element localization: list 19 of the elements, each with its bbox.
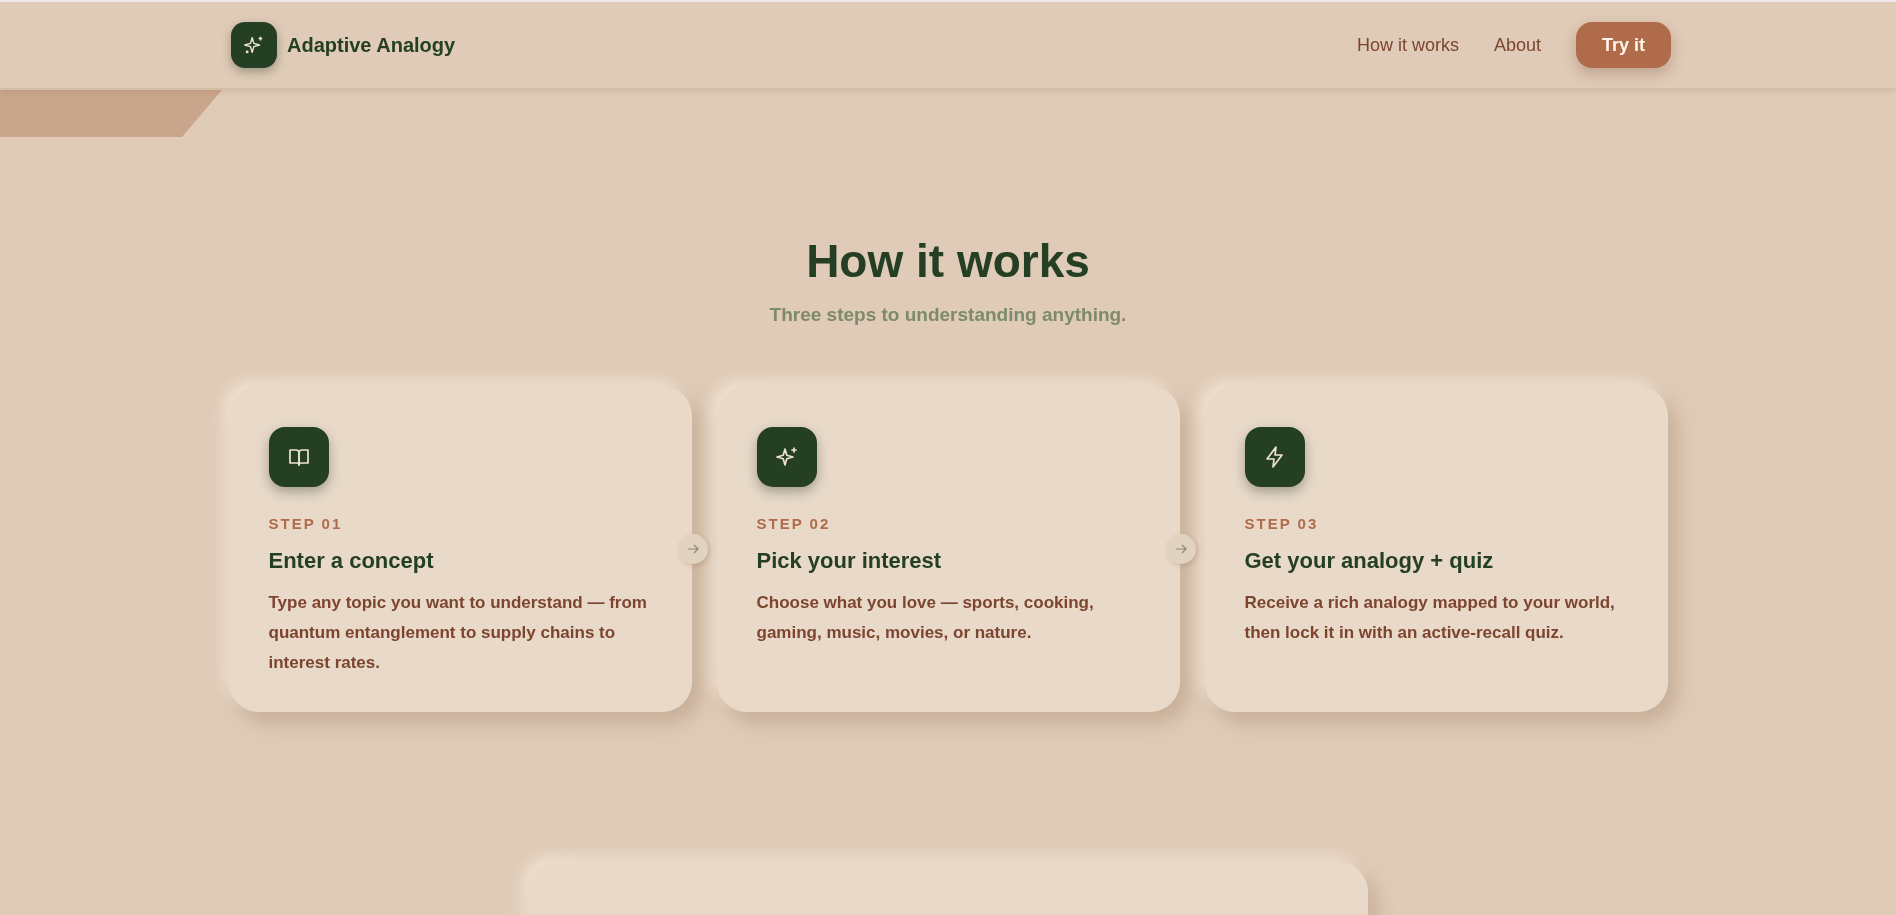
nav-link[interactable]: About — [1493, 34, 1541, 56]
step-title: Enter a concept — [268, 548, 435, 574]
step-description: Type any topic you want to understand — from quantum entanglement to supply chains to interest rates. — [268, 592, 648, 674]
try-it-button[interactable]: Try it — [1576, 22, 1671, 68]
step-number: STEP 02 — [756, 515, 832, 532]
section-title: How it works — [806, 234, 1090, 288]
step-title: Pick your interest — [756, 548, 943, 574]
section-subtitle: Three steps to understanding anything. — [769, 304, 1127, 326]
step-description: Choose what you love — sports, cooking, gaming, music, movies, or nature. — [756, 592, 1095, 644]
brand-name[interactable]: Adaptive Analogy — [287, 33, 456, 57]
sparkle-icon — [756, 427, 817, 487]
nav-link[interactable]: How it works — [1356, 34, 1459, 56]
lightning-icon — [1244, 427, 1305, 487]
step-number: STEP 01 — [268, 515, 344, 532]
book-icon — [268, 427, 329, 487]
sparkle-icon[interactable] — [231, 22, 277, 68]
step-description: Receive a rich analogy mapped to your world, then lock it in with an active-recall quiz. — [1244, 592, 1616, 644]
step-title: Get your analogy + quiz — [1244, 548, 1495, 574]
step-number: STEP 03 — [1244, 515, 1320, 532]
